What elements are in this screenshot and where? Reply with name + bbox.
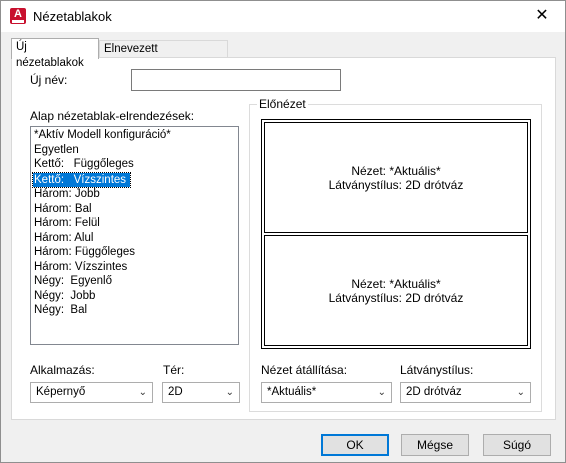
viewport-view-text: Nézet: *Aktuális* xyxy=(351,163,441,178)
title-bar[interactable]: A Nézetablakok ✕ xyxy=(1,1,565,32)
list-item[interactable]: Egyetlen xyxy=(33,143,236,158)
viewport-style-text: Látványstílus: 2D drótváz xyxy=(328,177,464,192)
change-view-dropdown[interactable]: *Aktuális* ⌄ xyxy=(261,382,392,403)
close-button[interactable]: ✕ xyxy=(525,3,559,30)
chevron-down-icon: ⌄ xyxy=(377,387,386,398)
space-dropdown[interactable]: 2D ⌄ xyxy=(162,382,240,403)
ok-button[interactable]: OK xyxy=(321,434,389,456)
list-item[interactable]: *Aktív Modell konfiguráció* xyxy=(33,128,236,143)
list-item[interactable]: Három: Bal xyxy=(33,202,236,217)
chevron-down-icon: ⌄ xyxy=(516,387,525,398)
standard-layouts-list[interactable]: *Aktív Modell konfiguráció* Egyetlen Ket… xyxy=(30,126,239,345)
autocad-logo-icon: A xyxy=(10,8,26,24)
window-title: Nézetablakok xyxy=(33,9,112,24)
viewport-view-text: Nézet: *Aktuális* xyxy=(351,276,441,291)
list-item[interactable]: Három: Vízszintes xyxy=(33,260,236,275)
visual-style-label: Látványstílus: xyxy=(400,363,474,377)
list-item[interactable]: Három: Alul xyxy=(33,231,236,246)
apply-to-label: Alkalmazás: xyxy=(30,363,95,377)
visual-style-dropdown[interactable]: 2D drótváz ⌄ xyxy=(400,382,531,403)
list-item[interactable]: Három: Felül xyxy=(33,216,236,231)
standard-layouts-label: Alap nézetablak-elrendezések: xyxy=(30,109,195,123)
apply-to-dropdown[interactable]: Képernyő ⌄ xyxy=(30,382,153,403)
help-button[interactable]: Súgó xyxy=(483,434,551,456)
change-view-label: Nézet átállítása: xyxy=(261,363,348,377)
viewport-style-text: Látványstílus: 2D drótváz xyxy=(328,290,464,305)
list-item[interactable]: Négy: Jobb xyxy=(33,289,236,304)
new-name-input[interactable] xyxy=(131,69,341,91)
list-item[interactable]: Négy: Bal xyxy=(33,303,236,318)
list-item[interactable]: Kettő: Függőleges xyxy=(33,157,236,172)
space-label: Tér: xyxy=(163,363,185,377)
new-name-label: Új név: xyxy=(30,73,68,87)
chevron-down-icon: ⌄ xyxy=(225,387,234,398)
tab-new-viewports[interactable]: Új nézetablakok xyxy=(11,38,99,69)
list-item[interactable]: Három: Jobb xyxy=(33,187,236,202)
tab-named-viewports[interactable]: Elnevezett nézetablakok xyxy=(99,40,228,71)
preview-frame: Nézet: *Aktuális* Látványstílus: 2D drót… xyxy=(261,119,531,349)
preview-viewport-bottom[interactable]: Nézet: *Aktuális* Látványstílus: 2D drót… xyxy=(264,235,528,346)
chevron-down-icon: ⌄ xyxy=(138,387,147,398)
cancel-button[interactable]: Mégse xyxy=(401,434,469,456)
list-item-selected[interactable]: Kettő: Vízszintes xyxy=(31,171,132,188)
list-item[interactable]: Négy: Egyenlő xyxy=(33,274,236,289)
list-item[interactable]: Három: Függőleges xyxy=(33,245,236,260)
preview-viewport-top[interactable]: Nézet: *Aktuális* Látványstílus: 2D drót… xyxy=(264,122,528,233)
preview-group-title: Előnézet xyxy=(257,97,308,111)
dialog-window: A Nézetablakok ✕ Új nézetablakok Elnevez… xyxy=(0,0,566,463)
